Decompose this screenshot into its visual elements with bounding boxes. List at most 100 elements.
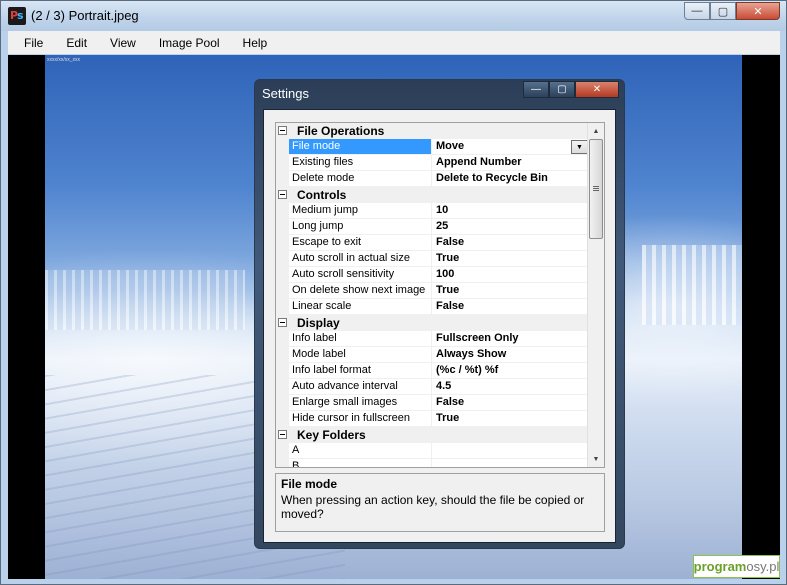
property-row[interactable]: File mode Move ▼ (276, 139, 589, 155)
property-grid-rows: File Operations File mode Move ▼ Existing fi… (276, 123, 589, 467)
dialog-minimize-button[interactable]: — (523, 81, 549, 98)
menu-edit[interactable]: Edit (51, 36, 95, 50)
category-margin (276, 315, 289, 331)
property-row[interactable]: Auto scroll in actual size True (276, 251, 589, 267)
property-margin (276, 363, 289, 379)
dialog-maximize-button[interactable]: ▢ (549, 81, 575, 98)
property-row[interactable]: Auto advance interval 4.5 (276, 379, 589, 395)
collapse-icon[interactable] (278, 318, 287, 327)
dropdown-arrow-icon[interactable]: ▼ (571, 140, 588, 154)
category-row[interactable]: Display (276, 315, 589, 331)
property-row[interactable]: Linear scale False (276, 299, 589, 315)
site-watermark: program osy.pl (693, 555, 780, 578)
property-value[interactable]: Always Show (432, 347, 589, 363)
property-row[interactable]: Medium jump 10 (276, 203, 589, 219)
property-row[interactable]: Long jump 25 (276, 219, 589, 235)
property-row[interactable]: Escape to exit False (276, 235, 589, 251)
collapse-icon[interactable] (278, 190, 287, 199)
property-name[interactable]: Delete mode (289, 171, 432, 187)
property-margin (276, 235, 289, 251)
collapse-icon[interactable] (278, 126, 287, 135)
property-name[interactable]: Linear scale (289, 299, 432, 315)
property-row[interactable]: B (276, 459, 589, 467)
property-row[interactable]: On delete show next image True (276, 283, 589, 299)
scroll-up-icon[interactable]: ▲ (590, 125, 602, 137)
property-margin (276, 411, 289, 427)
property-value[interactable]: 10 (432, 203, 589, 219)
property-name[interactable]: Existing files (289, 155, 432, 171)
property-row[interactable]: Info label Fullscreen Only (276, 331, 589, 347)
app-icon-letter-s: s (17, 9, 24, 22)
category-margin (276, 123, 289, 139)
property-value[interactable] (432, 443, 589, 459)
property-row[interactable]: Auto scroll sensitivity 100 (276, 267, 589, 283)
property-value[interactable]: Delete to Recycle Bin (432, 171, 589, 187)
property-value[interactable]: 100 (432, 267, 589, 283)
property-value[interactable]: Move ▼ (432, 139, 589, 155)
category-row[interactable]: Key Folders (276, 427, 589, 443)
property-value[interactable]: Append Number (432, 155, 589, 171)
property-name[interactable]: Auto scroll in actual size (289, 251, 432, 267)
property-value[interactable]: True (432, 283, 589, 299)
property-margin (276, 443, 289, 459)
maximize-button[interactable]: ▢ (710, 2, 736, 20)
dialog-controls: — ▢ ✕ (523, 81, 619, 98)
property-value[interactable]: 25 (432, 219, 589, 235)
property-row[interactable]: Enlarge small images False (276, 395, 589, 411)
window-controls: — ▢ ✕ (684, 2, 780, 21)
property-name[interactable]: Enlarge small images (289, 395, 432, 411)
property-value-text: Delete to Recycle Bin (436, 172, 548, 184)
property-row[interactable]: Hide cursor in fullscreen True (276, 411, 589, 427)
vertical-scrollbar[interactable]: ▲ ▼ (587, 123, 604, 467)
property-value[interactable]: (%c / %t) %f (432, 363, 589, 379)
minimize-button[interactable]: — (684, 2, 710, 20)
property-value[interactable]: 4.5 (432, 379, 589, 395)
property-row[interactable]: A (276, 443, 589, 459)
menu-help[interactable]: Help (228, 36, 276, 50)
property-row[interactable]: Delete mode Delete to Recycle Bin (276, 171, 589, 187)
dialog-close-button[interactable]: ✕ (575, 81, 619, 98)
property-row[interactable]: Existing files Append Number (276, 155, 589, 171)
category-label: Key Folders (297, 428, 366, 442)
property-name[interactable]: Mode label (289, 347, 432, 363)
property-name[interactable]: On delete show next image (289, 283, 432, 299)
property-value[interactable]: False (432, 235, 589, 251)
collapse-icon[interactable] (278, 430, 287, 439)
property-value-text: 4.5 (436, 380, 452, 392)
property-value[interactable]: True (432, 251, 589, 267)
property-row[interactable]: Info label format (%c / %t) %f (276, 363, 589, 379)
property-value[interactable] (432, 459, 589, 467)
close-button[interactable]: ✕ (736, 2, 780, 20)
property-name[interactable]: Escape to exit (289, 235, 432, 251)
property-value[interactable]: False (432, 299, 589, 315)
menu-file[interactable]: File (8, 36, 51, 50)
property-value[interactable]: True (432, 411, 589, 427)
frosted-trees-left (45, 270, 245, 330)
property-name[interactable]: A (289, 443, 432, 459)
property-row[interactable]: Mode label Always Show (276, 347, 589, 363)
property-name[interactable]: Long jump (289, 219, 432, 235)
property-value[interactable]: False (432, 395, 589, 411)
property-name[interactable]: Hide cursor in fullscreen (289, 411, 432, 427)
property-name[interactable]: Auto scroll sensitivity (289, 267, 432, 283)
title-bar[interactable]: P s (2 / 3) Portrait.jpeg — ▢ ✕ (1, 1, 786, 31)
category-row[interactable]: File Operations (276, 123, 589, 139)
property-value-text: 100 (436, 268, 455, 280)
property-name[interactable]: Info label format (289, 363, 432, 379)
category-row[interactable]: Controls (276, 187, 589, 203)
scroll-down-icon[interactable]: ▼ (590, 453, 602, 465)
property-name[interactable]: File mode (289, 139, 432, 155)
property-name[interactable]: Auto advance interval (289, 379, 432, 395)
property-margin (276, 219, 289, 235)
app-icon: P s (8, 7, 26, 25)
property-value[interactable]: Fullscreen Only (432, 331, 589, 347)
menu-image-pool[interactable]: Image Pool (144, 36, 228, 50)
property-value-text: (%c / %t) %f (436, 364, 499, 376)
menu-view[interactable]: View (95, 36, 144, 50)
scroll-thumb[interactable] (589, 139, 603, 239)
property-name[interactable]: Medium jump (289, 203, 432, 219)
property-name[interactable]: Info label (289, 331, 432, 347)
property-name[interactable]: B (289, 459, 432, 467)
image-info-label: xxxx/xx/xx_xxx (47, 57, 81, 63)
property-value-text: True (436, 252, 460, 264)
